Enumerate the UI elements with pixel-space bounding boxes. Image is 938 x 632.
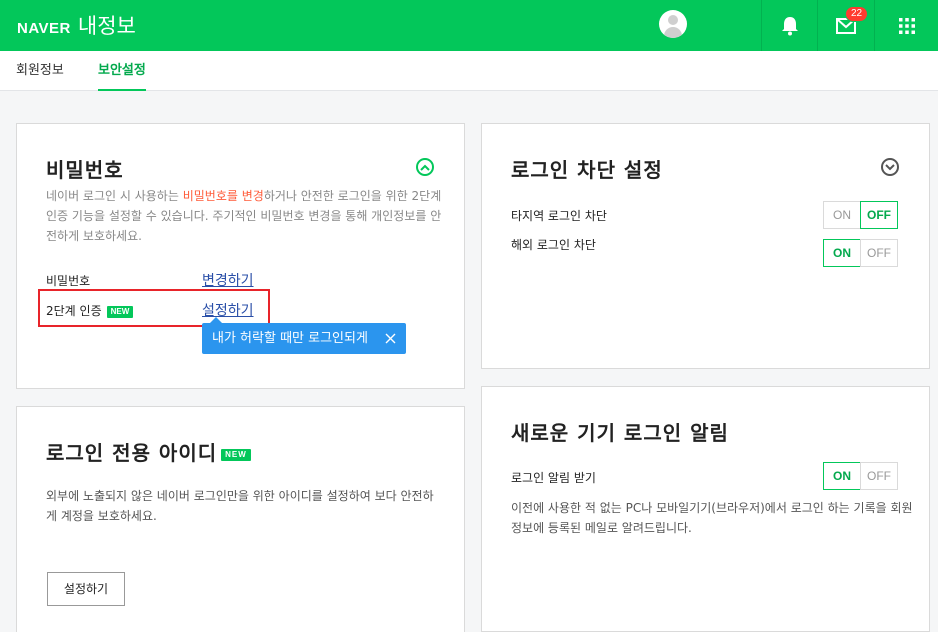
tooltip-arrow: [210, 317, 222, 323]
overseas-block-label: 해외 로그인 차단: [511, 238, 596, 252]
login-id-desc-line1: 외부에 노출되지 않은 네이버 로그인만을 위한 아이디를 설정하여 보다 안전…: [46, 489, 434, 503]
login-id-card: 로그인 전용 아이디 NEW 외부에 노출되지 않은 네이버 로그인만을 위한 아…: [16, 406, 465, 632]
new-device-alert-title: 새로운 기기 로그인 알림: [511, 421, 729, 445]
alert-on[interactable]: ON: [823, 462, 861, 490]
login-block-card: 로그인 차단 설정 타지역 로그인 차단 ON OFF 해외 로그인 차단 ON…: [481, 123, 930, 369]
new-badge: NEW: [221, 448, 251, 461]
alert-desc-line2: 정보에 등록된 메일로 알려드립니다.: [511, 521, 692, 535]
change-password-link[interactable]: 변경하기: [202, 270, 254, 290]
password-desc-line2: 인증 기능을 설정할 수 있습니다. 주기적인 비밀번호 변경을 통해 개인정보…: [46, 209, 442, 223]
login-id-title-text: 로그인 전용 아이디: [46, 441, 218, 465]
alert-description: 이전에 사용한 적 없는 PC나 모바일기기(브라우저)에서 로그인 하는 기록…: [511, 498, 921, 538]
password-card-title: 비밀번호: [46, 158, 124, 182]
notification-button[interactable]: [761, 0, 817, 51]
password-desc-text: 네이버 로그인 시 사용하는: [46, 189, 183, 203]
avatar[interactable]: [659, 10, 687, 38]
login-id-desc-line2: 게 계정을 보호하세요.: [46, 509, 157, 523]
login-id-description: 외부에 노출되지 않은 네이버 로그인만을 위한 아이디를 설정하여 보다 안전…: [46, 486, 456, 526]
alert-row-label: 로그인 알림 받기: [511, 471, 596, 485]
region-block-label: 타지역 로그인 차단: [511, 209, 607, 223]
mail-count-badge: 22: [845, 6, 869, 22]
grid-icon: [898, 17, 915, 34]
overseas-block-toggle: ON OFF: [823, 239, 898, 267]
tab-member-info[interactable]: 회원정보: [16, 51, 64, 91]
new-device-alert-card: 새로운 기기 로그인 알림 로그인 알림 받기 ON OFF 이전에 사용한 적…: [481, 386, 930, 632]
password-desc-text-2: 하거나 안전한 로그인을 위한 2단계: [263, 189, 442, 203]
region-block-on[interactable]: ON: [823, 201, 861, 229]
tab-bar: 회원정보 보안설정: [0, 51, 938, 91]
login-id-card-title: 로그인 전용 아이디 NEW: [46, 437, 251, 466]
password-row-label: 비밀번호: [46, 274, 91, 288]
brand-logo[interactable]: NAVER 내정보: [17, 10, 136, 40]
apps-menu-button[interactable]: [874, 0, 938, 51]
alert-desc-line1: 이전에 사용한 적 없는 PC나 모바일기기(브라우저)에서 로그인 하는 기록…: [511, 501, 913, 515]
naver-logo-text[interactable]: NAVER: [17, 20, 71, 37]
password-desc-highlight: 비밀번호를 변경: [182, 189, 264, 203]
top-header: NAVER 내정보 22: [0, 0, 938, 51]
overseas-block-on[interactable]: ON: [823, 239, 861, 267]
avatar-body-shape: [664, 27, 682, 38]
password-card-description: 네이버 로그인 시 사용하는 비밀번호를 변경하거나 안전한 로그인을 위한 2…: [46, 186, 446, 246]
tooltip-close-button[interactable]: [382, 323, 398, 354]
collapse-icon[interactable]: [416, 158, 434, 176]
avatar-head-shape: [668, 15, 678, 25]
overseas-block-off[interactable]: OFF: [860, 239, 898, 267]
password-desc-line3: 전하게 보호하세요.: [46, 229, 142, 243]
login-block-title: 로그인 차단 설정: [511, 158, 663, 182]
tooltip-text: 내가 허락할 때만 로그인되게: [212, 331, 368, 346]
page-title[interactable]: 내정보: [78, 10, 136, 40]
region-block-off[interactable]: OFF: [860, 201, 898, 229]
region-block-toggle: ON OFF: [823, 201, 898, 229]
tab-security-settings[interactable]: 보안설정: [98, 51, 146, 91]
highlight-box: [38, 289, 270, 327]
login-id-setup-button[interactable]: 설정하기: [47, 572, 125, 606]
expand-icon[interactable]: [881, 158, 899, 176]
mail-button[interactable]: 22: [817, 0, 873, 51]
bell-icon: [781, 16, 798, 35]
close-icon: [385, 333, 395, 344]
alert-toggle: ON OFF: [823, 462, 898, 490]
alert-off[interactable]: OFF: [860, 462, 898, 490]
two-step-tooltip: 내가 허락할 때만 로그인되게: [202, 317, 406, 354]
